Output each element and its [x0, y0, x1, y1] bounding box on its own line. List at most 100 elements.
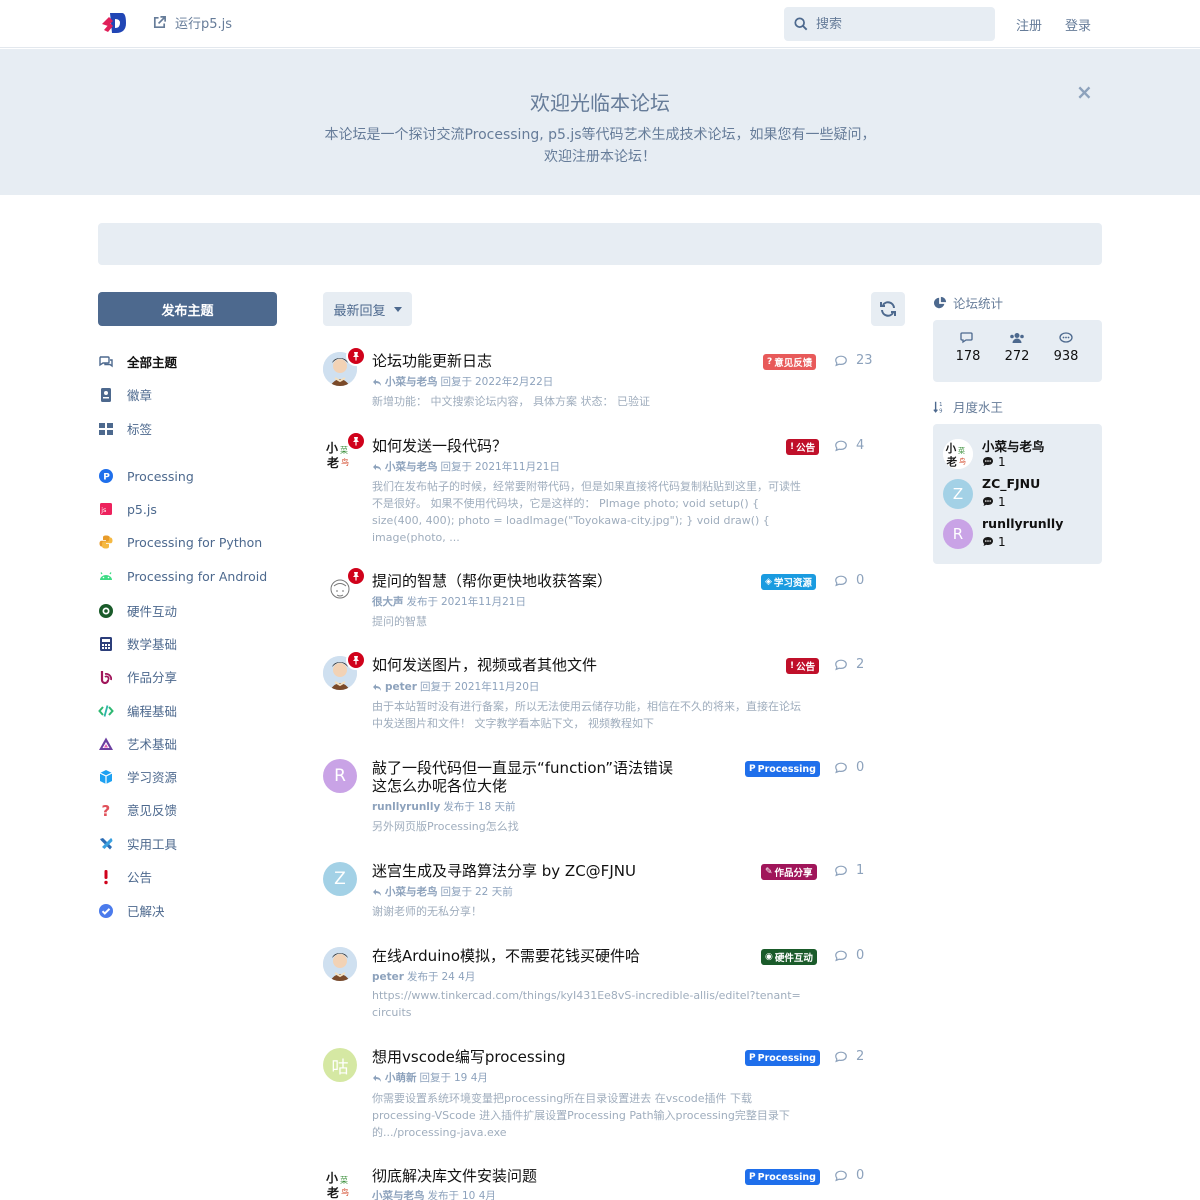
- discussion-title[interactable]: 彻底解决库文件安装问题: [372, 1167, 742, 1185]
- user-avatar[interactable]: 小老菜鸟: [943, 439, 973, 469]
- tag-label: Processing: [757, 1171, 816, 1183]
- monthly-king-box: 小老菜鸟小菜与老鸟 1 Z ZC_FJNU 1 Rrunllyrunlly 1: [933, 424, 1102, 564]
- monthly-king-user[interactable]: Z ZC_FJNU 1: [943, 476, 1093, 511]
- meta-time: 10 4月: [462, 1190, 496, 1200]
- discussion-excerpt: 新增功能： 中文搜索论坛内容， 具体方案 状态： 已验证: [372, 395, 650, 408]
- tag-badge[interactable]: P Processing: [745, 1169, 820, 1185]
- tag-badge[interactable]: ! 公告: [786, 439, 820, 455]
- sidebar-item-9[interactable]: 作品分享: [98, 667, 177, 686]
- discussion-meta: 小萌新 回复于 19 4月: [372, 1070, 488, 1085]
- meta-username[interactable]: 小萌新: [385, 1070, 417, 1085]
- sidebar-item-13[interactable]: ? 意见反馈: [98, 800, 178, 819]
- user-avatar[interactable]: Z: [323, 862, 357, 896]
- sidebar-item-10[interactable]: 编程基础: [98, 701, 177, 720]
- svg-text:菜: 菜: [958, 446, 965, 455]
- sidebar-item-4[interactable]: js p5.js: [98, 501, 157, 517]
- tag-label: 作品分享: [774, 868, 813, 879]
- site-logo[interactable]: [100, 10, 126, 36]
- tag-badge[interactable]: ✎ 作品分享: [761, 864, 817, 880]
- svg-text:鸟: 鸟: [341, 457, 349, 467]
- sort-amount-icon: 19: [933, 401, 942, 414]
- meta-time: 2021年11月21日: [475, 461, 560, 473]
- comment-icon: [835, 865, 847, 876]
- discussion-meta: 小菜与老鸟 回复于 22 天前: [372, 884, 513, 899]
- king-post-count: 1: [982, 535, 1006, 549]
- king-username[interactable]: runllyrunlly: [982, 516, 1063, 531]
- user-avatar[interactable]: 咕: [323, 1048, 357, 1082]
- tag-label: 学习资源: [773, 578, 812, 589]
- king-post-count-value: 1: [998, 495, 1006, 509]
- user-avatar[interactable]: R: [323, 759, 357, 793]
- discussion-title[interactable]: 如何发送一段代码？: [372, 437, 742, 455]
- meta-username[interactable]: runllyrunlly: [372, 801, 440, 813]
- sidebar-item-15[interactable]: 公告: [98, 867, 152, 886]
- discussion-title[interactable]: 如何发送图片，视频或者其他文件: [372, 656, 742, 674]
- reply-count-value: 23: [856, 353, 873, 368]
- meta-username[interactable]: peter: [385, 681, 417, 693]
- discussion-title[interactable]: 提问的智慧（帮你更快地收获答案）: [372, 572, 742, 590]
- sidebar-item-8[interactable]: 数学基础: [98, 634, 177, 653]
- hero-description: 本论坛是一个探讨交流Processing, p5.js等代码艺术生成技术论坛，如…: [324, 127, 876, 165]
- reply-count: 0: [834, 1168, 864, 1183]
- close-icon[interactable]: ×: [1076, 80, 1093, 104]
- top-header: 运行p5.js 注册 登录: [0, 0, 1200, 48]
- reply-count-value: 4: [856, 438, 865, 453]
- search-box[interactable]: [784, 7, 995, 41]
- search-input[interactable]: [816, 16, 976, 32]
- user-avatar[interactable]: [323, 947, 357, 981]
- monthly-king-user[interactable]: 小老菜鸟小菜与老鸟 1: [943, 437, 1093, 471]
- tag-icon: P: [749, 1172, 756, 1182]
- tag-badge[interactable]: ◉ 硬件互动: [761, 949, 817, 965]
- svg-text:9: 9: [939, 408, 942, 414]
- discussion-title[interactable]: 想用vscode编写processing: [372, 1048, 742, 1066]
- discussion-title[interactable]: 敲了一段代码但一直显示“function”语法错误这怎么办呢各位大佬: [372, 759, 682, 795]
- tag-badge[interactable]: ? 意见反馈: [763, 354, 817, 370]
- reply-icon: [373, 378, 381, 386]
- tag-badge[interactable]: P Processing: [745, 1050, 820, 1066]
- sidebar-item-6[interactable]: Processing for Android: [98, 568, 267, 584]
- sidebar-item-11[interactable]: 艺术基础: [98, 734, 177, 753]
- refresh-icon: [880, 301, 896, 317]
- king-post-count: 1: [982, 495, 1006, 509]
- meta-username[interactable]: 小菜与老鸟: [385, 374, 438, 389]
- sidebar-item-14[interactable]: 实用工具: [98, 834, 177, 853]
- tag-badge[interactable]: ◈ 学习资源: [761, 574, 816, 590]
- start-discussion-button[interactable]: 发布主题: [98, 292, 277, 326]
- discussion-meta: 很大声 发布于 2021年11月21日: [372, 594, 526, 609]
- meta-username[interactable]: 很大声: [372, 594, 404, 609]
- discussion-title[interactable]: 迷宫生成及寻路算法分享 by ZC@FJNU: [372, 862, 742, 880]
- king-username[interactable]: 小菜与老鸟: [982, 436, 1045, 455]
- sidebar-item-2[interactable]: 标签: [98, 419, 152, 438]
- meta-username[interactable]: 小菜与老鸟: [385, 884, 438, 899]
- users-icon: [1010, 333, 1024, 343]
- meta-action: 回复于: [440, 886, 473, 898]
- refresh-button[interactable]: [871, 292, 905, 326]
- user-avatar[interactable]: Z: [943, 479, 973, 509]
- sidebar-item-16[interactable]: 已解决: [98, 901, 165, 920]
- meta-action: 回复于: [419, 681, 452, 693]
- discussion-title[interactable]: 论坛功能更新日志: [372, 352, 742, 370]
- sidebar-item-12[interactable]: 学习资源: [98, 767, 177, 786]
- sort-dropdown[interactable]: 最新回复: [323, 292, 412, 326]
- sidebar-item-5[interactable]: Processing for Python: [98, 534, 262, 550]
- tag-badge[interactable]: ! 公告: [786, 658, 820, 674]
- sidebar-item-3[interactable]: P Processing: [98, 468, 194, 484]
- discussion-title[interactable]: 在线Arduino模拟，不需要花钱买硬件哈: [372, 947, 742, 965]
- meta-username[interactable]: 小菜与老鸟: [385, 459, 438, 474]
- user-avatar[interactable]: 小老菜鸟: [323, 1167, 357, 1200]
- meta-username[interactable]: 小菜与老鸟: [372, 1188, 425, 1200]
- tag-icon: ◈: [765, 577, 772, 587]
- meta-username[interactable]: peter: [372, 971, 404, 983]
- user-avatar[interactable]: R: [943, 519, 973, 549]
- sidebar-item-7[interactable]: 硬件互动: [98, 601, 177, 620]
- run-p5js-link[interactable]: 运行p5.js: [152, 13, 232, 32]
- tag-badge[interactable]: P Processing: [745, 761, 820, 777]
- king-username[interactable]: ZC_FJNU: [982, 476, 1040, 491]
- sidebar-item-0[interactable]: 全部主题: [98, 352, 177, 371]
- login-button[interactable]: 登录: [1065, 15, 1091, 34]
- comment-dots-icon: [1059, 332, 1073, 343]
- badge-icon: [98, 387, 114, 403]
- sidebar-item-1[interactable]: 徽章: [98, 385, 152, 404]
- signup-button[interactable]: 注册: [1016, 15, 1042, 34]
- monthly-king-user[interactable]: Rrunllyrunlly 1: [943, 516, 1093, 551]
